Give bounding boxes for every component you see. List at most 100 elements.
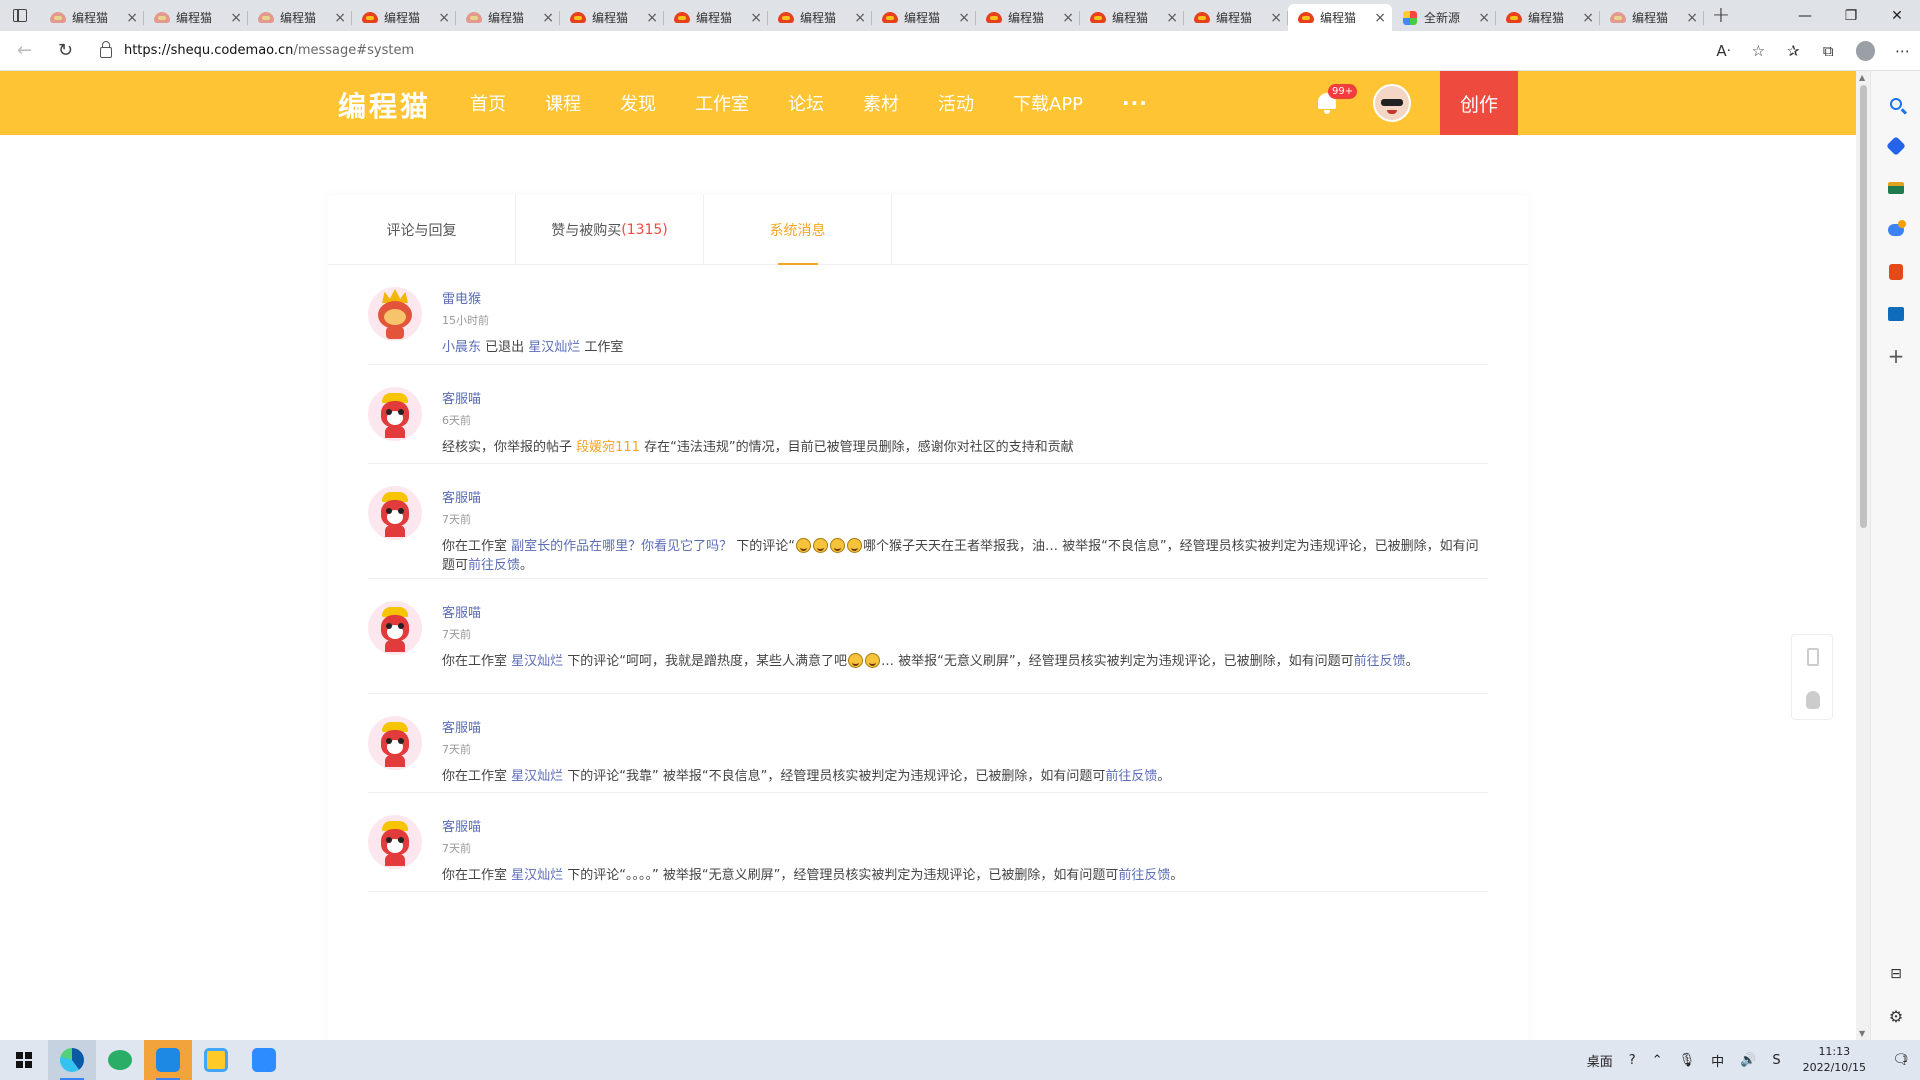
chevron-up-icon[interactable]: ⌃ xyxy=(1652,1053,1663,1068)
sender-avatar[interactable] xyxy=(368,716,422,770)
browser-tab[interactable]: 编程猫 × xyxy=(248,4,352,31)
nav-more[interactable]: ··· xyxy=(1122,91,1148,115)
browser-tab[interactable]: 编程猫 × xyxy=(456,4,560,31)
message-link[interactable]: 副室长的作品在哪里？你看见它了吗？ xyxy=(511,539,732,554)
sender-name[interactable]: 客服喵 xyxy=(442,816,481,835)
nav-home[interactable]: 首页 xyxy=(470,90,506,116)
mobile-button[interactable] xyxy=(1792,635,1834,678)
browser-tab[interactable]: 编程猫 × xyxy=(1184,4,1288,31)
tab-close-icon[interactable]: × xyxy=(438,11,450,25)
notification-center-button[interactable]: 🗨 1 xyxy=(1880,1040,1920,1080)
sogou-icon[interactable]: S xyxy=(1772,1053,1780,1068)
taskbar-zoom[interactable] xyxy=(240,1040,288,1080)
browser-tab[interactable]: 编程猫 × xyxy=(1496,4,1600,31)
message-link[interactable]: 前往反馈 xyxy=(1105,769,1157,784)
browser-tab[interactable]: 编程猫 × xyxy=(768,4,872,31)
tab-close-icon[interactable]: × xyxy=(1166,11,1178,25)
sender-avatar[interactable] xyxy=(368,287,422,341)
sidebar-office-button[interactable] xyxy=(1871,251,1920,293)
tab-close-icon[interactable]: × xyxy=(1686,11,1698,25)
browser-tab[interactable]: 编程猫 × xyxy=(1288,4,1392,31)
close-window-button[interactable]: ✕ xyxy=(1874,0,1920,31)
sidebar-tools-button[interactable] xyxy=(1871,167,1920,209)
sidebar-shopping-button[interactable] xyxy=(1871,125,1920,167)
tab-close-icon[interactable]: × xyxy=(854,11,866,25)
taskbar-edge[interactable] xyxy=(48,1040,96,1080)
browser-tab[interactable]: 编程猫 × xyxy=(976,4,1080,31)
sidebar-settings-button[interactable]: ⚙ xyxy=(1871,995,1920,1037)
tab-close-icon[interactable]: × xyxy=(1270,11,1282,25)
tab-close-icon[interactable]: × xyxy=(646,11,658,25)
tab-close-icon[interactable]: × xyxy=(1062,11,1074,25)
browser-tab[interactable]: 编程猫 × xyxy=(352,4,456,31)
new-tab-button[interactable]: + xyxy=(1704,0,1738,31)
browser-tab[interactable]: 编程猫 × xyxy=(1600,4,1704,31)
ime-indicator[interactable]: 中 xyxy=(1711,1051,1724,1070)
tab-close-icon[interactable]: × xyxy=(230,11,242,25)
browser-tab[interactable]: 编程猫 × xyxy=(664,4,768,31)
microphone-icon[interactable]: 🎙 xyxy=(1679,1053,1696,1068)
read-aloud-button[interactable]: Aᐧ xyxy=(1706,36,1741,66)
tab-likes-purchases[interactable]: 赞与被购买 (1315) xyxy=(516,195,704,265)
sender-name[interactable]: 雷电猴 xyxy=(442,288,481,307)
sender-name[interactable]: 客服喵 xyxy=(442,717,481,736)
tab-close-icon[interactable]: × xyxy=(1374,11,1386,25)
message-link[interactable]: 前往反馈 xyxy=(468,558,520,573)
scrollbar-thumb[interactable] xyxy=(1860,85,1867,528)
qq-button[interactable] xyxy=(1792,678,1834,721)
sender-avatar[interactable] xyxy=(368,387,422,441)
tab-actions-button[interactable] xyxy=(0,0,40,31)
nav-forum[interactable]: 论坛 xyxy=(788,90,824,116)
sender-avatar[interactable] xyxy=(368,486,422,540)
browser-tab[interactable]: 编程猫 × xyxy=(144,4,248,31)
tab-close-icon[interactable]: × xyxy=(126,11,138,25)
sidebar-games-button[interactable] xyxy=(1871,209,1920,251)
nav-studio[interactable]: 工作室 xyxy=(695,90,749,116)
sound-icon[interactable]: 🔊 xyxy=(1740,1053,1756,1068)
sender-name[interactable]: 客服喵 xyxy=(442,487,481,506)
minimize-button[interactable]: — xyxy=(1782,0,1828,31)
sender-avatar[interactable] xyxy=(368,815,422,869)
message-link[interactable]: 小晨东 xyxy=(442,340,481,355)
message-link[interactable]: 前往反馈 xyxy=(1354,654,1406,669)
nav-courses[interactable]: 课程 xyxy=(545,90,581,116)
message-link[interactable]: 星汉灿烂 xyxy=(511,769,563,784)
tab-close-icon[interactable]: × xyxy=(334,11,346,25)
nav-materials[interactable]: 素材 xyxy=(863,90,899,116)
nav-download-app[interactable]: 下载APP xyxy=(1013,90,1083,116)
message-link[interactable]: 星汉灿烂 xyxy=(511,654,563,669)
tab-close-icon[interactable]: × xyxy=(750,11,762,25)
message-link[interactable]: 星汉灿烂 xyxy=(528,340,580,355)
back-button[interactable]: ← xyxy=(8,36,41,66)
taskbar-blue-app[interactable] xyxy=(144,1040,192,1080)
restore-button[interactable]: ❐ xyxy=(1828,0,1874,31)
tab-close-icon[interactable]: × xyxy=(1478,11,1490,25)
desktop-toolbar[interactable]: 桌面 xyxy=(1587,1051,1613,1070)
sender-name[interactable]: 客服喵 xyxy=(442,388,481,407)
sidebar-add-button[interactable]: + xyxy=(1871,335,1920,377)
start-button[interactable] xyxy=(0,1040,48,1080)
refresh-button[interactable]: ↻ xyxy=(49,36,82,66)
sidebar-search-button[interactable] xyxy=(1871,83,1920,125)
browser-tab[interactable]: 编程猫 × xyxy=(1080,4,1184,31)
message-link[interactable]: 星汉灿烂 xyxy=(511,868,563,883)
scroll-up-icon[interactable]: ▲ xyxy=(1859,73,1865,82)
tab-close-icon[interactable]: × xyxy=(1582,11,1594,25)
collections-button[interactable]: ⧉ xyxy=(1811,36,1846,66)
tab-close-icon[interactable]: × xyxy=(958,11,970,25)
favorites-button[interactable]: ✰ xyxy=(1776,36,1811,66)
sender-name[interactable]: 客服喵 xyxy=(442,602,481,621)
message-link[interactable]: 段媛宛111 xyxy=(576,440,640,455)
settings-more-button[interactable]: ⋯ xyxy=(1885,36,1920,66)
help-icon[interactable]: ? xyxy=(1629,1053,1636,1068)
browser-tab[interactable]: 编程猫 × xyxy=(560,4,664,31)
taskbar-wechat[interactable] xyxy=(96,1040,144,1080)
clock[interactable]: 11:13 2022/10/15 xyxy=(1803,1044,1866,1076)
taskbar-card-app[interactable] xyxy=(192,1040,240,1080)
url-field[interactable]: https://shequ.codemao.cn/message#system xyxy=(96,36,1706,66)
user-avatar[interactable] xyxy=(1373,84,1411,122)
tab-system-messages[interactable]: 系统消息 xyxy=(704,195,892,265)
create-button[interactable]: 创作 xyxy=(1440,71,1518,135)
browser-tab[interactable]: 编程猫 × xyxy=(40,4,144,31)
message-link[interactable]: 前往反馈 xyxy=(1118,868,1170,883)
